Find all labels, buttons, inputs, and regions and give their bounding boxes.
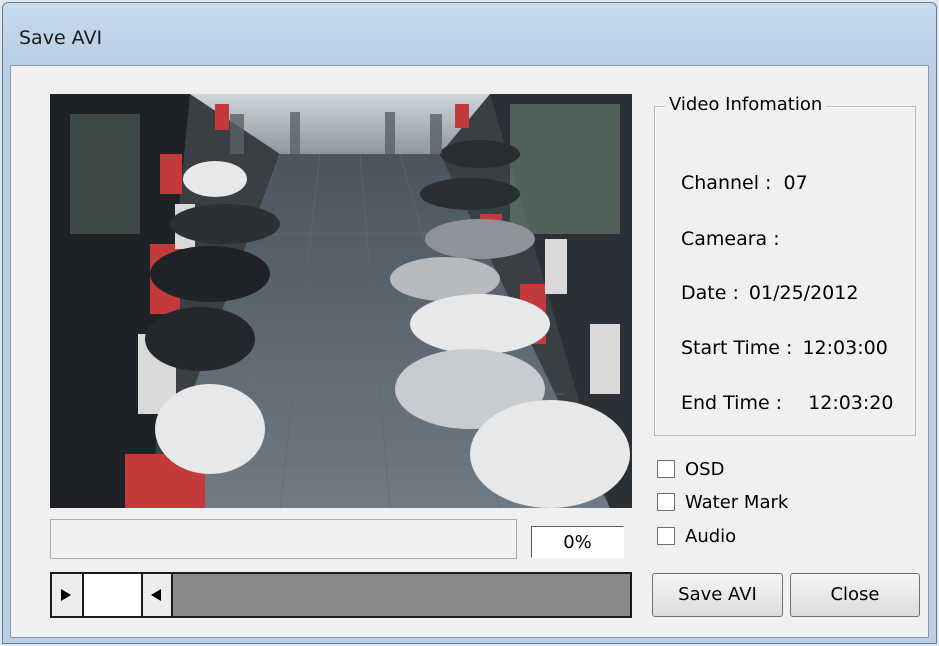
- video-info-group: [654, 106, 916, 436]
- progress-percent: 0%: [531, 526, 624, 558]
- camera-label: Cameara :: [681, 228, 780, 250]
- water-mark-checkbox-label: Water Mark: [685, 492, 789, 513]
- end-time-value: 12:03:20: [808, 392, 894, 414]
- date-label: Date :: [681, 282, 739, 304]
- audio-checkbox-box[interactable]: [657, 527, 675, 545]
- playback-range-slider[interactable]: [50, 572, 632, 618]
- close-button[interactable]: Close: [790, 573, 920, 617]
- end-time-row: End Time : 12:03:20: [681, 392, 893, 414]
- osd-checkbox-label: OSD: [685, 459, 725, 480]
- osd-checkbox[interactable]: OSD: [657, 459, 939, 483]
- channel-value: 07: [783, 172, 808, 194]
- play-icon[interactable]: [52, 574, 84, 616]
- start-time-row: Start Time : 12:03:00: [681, 337, 888, 359]
- date-row: Date : 01/25/2012: [681, 282, 858, 304]
- end-time-label: End Time :: [681, 392, 783, 414]
- audio-checkbox[interactable]: Audio: [657, 526, 939, 550]
- save-progress-bar: [50, 519, 517, 559]
- channel-label: Channel :: [681, 172, 772, 194]
- dialog-client-area: 0% Video Infomation Channel : 07 Cameara…: [10, 65, 929, 638]
- window-title: Save AVI: [19, 27, 103, 49]
- date-value: 01/25/2012: [748, 282, 859, 304]
- video-preview: [50, 94, 632, 508]
- showroom-camera-image: [50, 94, 632, 508]
- video-info-group-title: Video Infomation: [665, 94, 827, 115]
- water-mark-checkbox[interactable]: Water Mark: [657, 492, 939, 516]
- channel-row: Channel : 07: [681, 172, 808, 194]
- save-avi-button[interactable]: Save AVI: [652, 573, 783, 617]
- range-end-arrow-icon[interactable]: [141, 574, 173, 616]
- save-avi-window: Save AVI 0% Video Infomation Channel: 0…: [2, 2, 937, 644]
- title-bar[interactable]: Save AVI: [3, 3, 936, 63]
- start-time-label: Start Time :: [681, 337, 793, 359]
- camera-row: Cameara :: [681, 228, 780, 250]
- osd-checkbox-box[interactable]: [657, 460, 675, 478]
- slider-range-thumb[interactable]: [84, 574, 141, 616]
- start-time-value: 12:03:00: [802, 337, 888, 359]
- audio-checkbox-label: Audio: [685, 526, 737, 547]
- water-mark-checkbox-box[interactable]: [657, 493, 675, 511]
